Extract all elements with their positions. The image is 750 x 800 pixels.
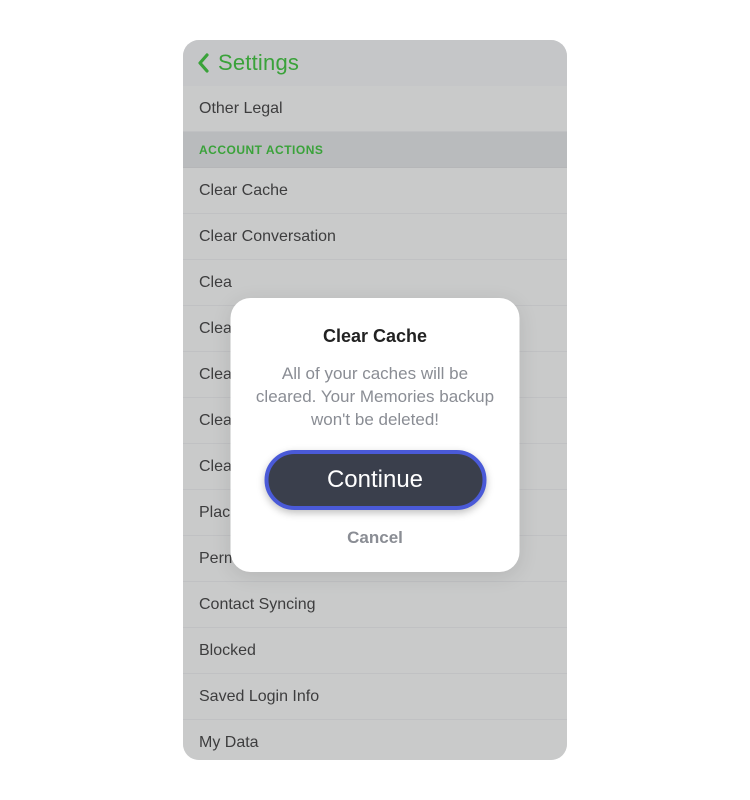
list-item-label: Contact Syncing bbox=[199, 596, 316, 614]
section-header-label: ACCOUNT ACTIONS bbox=[199, 143, 323, 157]
cancel-button[interactable]: Cancel bbox=[339, 524, 411, 552]
list-item-my-data[interactable]: My Data bbox=[183, 720, 567, 760]
list-item-label: Clea bbox=[199, 366, 232, 384]
section-header-account-actions: ACCOUNT ACTIONS bbox=[183, 132, 567, 168]
list-item-other-legal[interactable]: Other Legal bbox=[183, 86, 567, 132]
list-item-label: Saved Login Info bbox=[199, 688, 319, 706]
list-item-label: Clea bbox=[199, 320, 232, 338]
list-item-saved-login-info[interactable]: Saved Login Info bbox=[183, 674, 567, 720]
list-item-clear-cache[interactable]: Clear Cache bbox=[183, 168, 567, 214]
clear-cache-dialog: Clear Cache All of your caches will be c… bbox=[231, 298, 520, 572]
dialog-body: All of your caches will be cleared. Your… bbox=[251, 363, 500, 432]
list-item-contact-syncing[interactable]: Contact Syncing bbox=[183, 582, 567, 628]
list-item-clear-conversation[interactable]: Clear Conversation bbox=[183, 214, 567, 260]
list-item-label: Clear Conversation bbox=[199, 228, 336, 246]
list-item-label: Clear Cache bbox=[199, 182, 288, 200]
dialog-title: Clear Cache bbox=[251, 326, 500, 347]
list-item-blocked[interactable]: Blocked bbox=[183, 628, 567, 674]
back-chevron-icon[interactable] bbox=[197, 53, 210, 73]
list-item-label: My Data bbox=[199, 734, 259, 752]
page-title: Settings bbox=[218, 50, 299, 76]
list-item-label: Blocked bbox=[199, 642, 256, 660]
settings-screen: Settings Other Legal ACCOUNT ACTIONS Cle… bbox=[183, 40, 567, 760]
list-item-label: Clea bbox=[199, 412, 232, 430]
list-item-label: Clea bbox=[199, 458, 232, 476]
list-item-label: Other Legal bbox=[199, 100, 283, 118]
list-item-label: Clea bbox=[199, 274, 232, 292]
continue-button[interactable]: Continue bbox=[264, 450, 486, 510]
header: Settings bbox=[183, 40, 567, 86]
